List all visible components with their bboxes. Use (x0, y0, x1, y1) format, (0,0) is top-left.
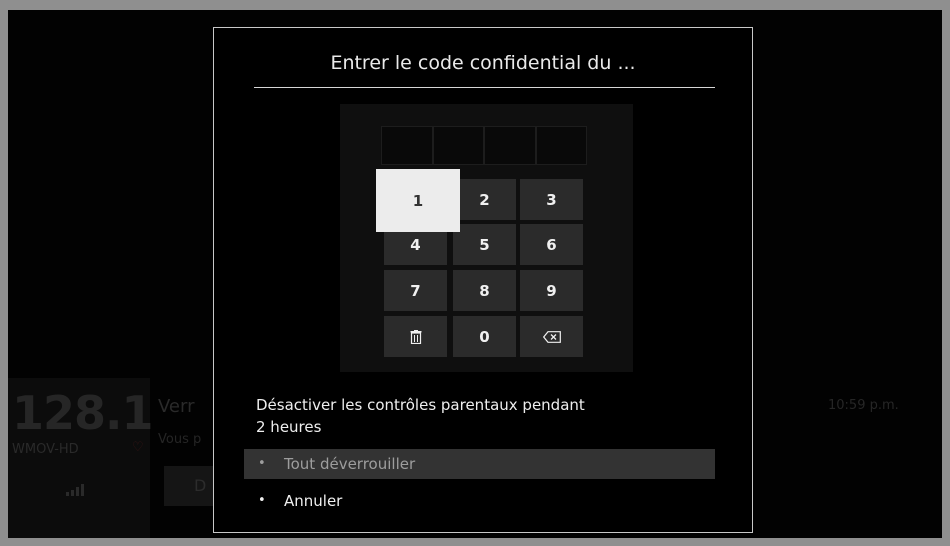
pin-digit-box (535, 126, 587, 165)
message-line-1: Désactiver les contrôles parentaux penda… (256, 396, 585, 414)
option-label: Annuler (284, 492, 343, 510)
key-9[interactable]: 9 (520, 270, 583, 311)
backspace-button[interactable] (520, 316, 583, 357)
message-line-2: 2 heures (256, 418, 322, 436)
heart-icon: ♡ (132, 440, 144, 455)
title-divider (254, 87, 715, 88)
dialog-title: Entrer le code confidential du ... (330, 52, 636, 74)
program-subtitle: Vous p (158, 432, 202, 447)
pin-dialog: Entrer le code confidential du ... 1 2 3… (213, 27, 753, 533)
key-3[interactable]: 3 (520, 179, 583, 220)
bullet: • (258, 493, 266, 508)
pin-digit-box (432, 126, 484, 165)
bullet: • (258, 456, 266, 471)
disable-parental-controls-text: Désactiver les contrôles parentaux penda… (256, 394, 706, 438)
key-6[interactable]: 6 (520, 224, 583, 265)
channel-info-panel: 128.1 WMOV-HD ♡ (8, 378, 154, 538)
key-7[interactable]: 7 (384, 270, 447, 311)
tv-screen: 128.1 WMOV-HD ♡ Verr Vous p D 10:59 p.m.… (8, 10, 942, 538)
option-label: Tout déverrouiller (284, 455, 416, 473)
unlock-all-option[interactable]: • Tout déverrouiller (244, 449, 715, 479)
pin-digit-boxes (381, 126, 587, 165)
key-1[interactable]: 1 (376, 169, 460, 232)
program-title: Verr (158, 396, 195, 417)
key-0[interactable]: 0 (453, 316, 516, 357)
backspace-icon (542, 330, 561, 343)
pin-digit-box (381, 126, 433, 165)
clear-button[interactable] (384, 316, 447, 357)
trash-icon (410, 329, 422, 344)
pin-keypad-panel: 1 2 3 4 5 6 7 8 9 0 (340, 104, 633, 372)
channel-number: 128.1 (12, 386, 154, 440)
clock: 10:59 p.m. (828, 398, 899, 413)
key-8[interactable]: 8 (453, 270, 516, 311)
key-5[interactable]: 5 (453, 224, 516, 265)
pin-digit-box (484, 126, 536, 165)
cancel-option[interactable]: • Annuler (244, 486, 715, 516)
key-2[interactable]: 2 (453, 179, 516, 220)
signal-bars-icon (66, 484, 88, 499)
station-name: WMOV-HD (12, 442, 79, 457)
